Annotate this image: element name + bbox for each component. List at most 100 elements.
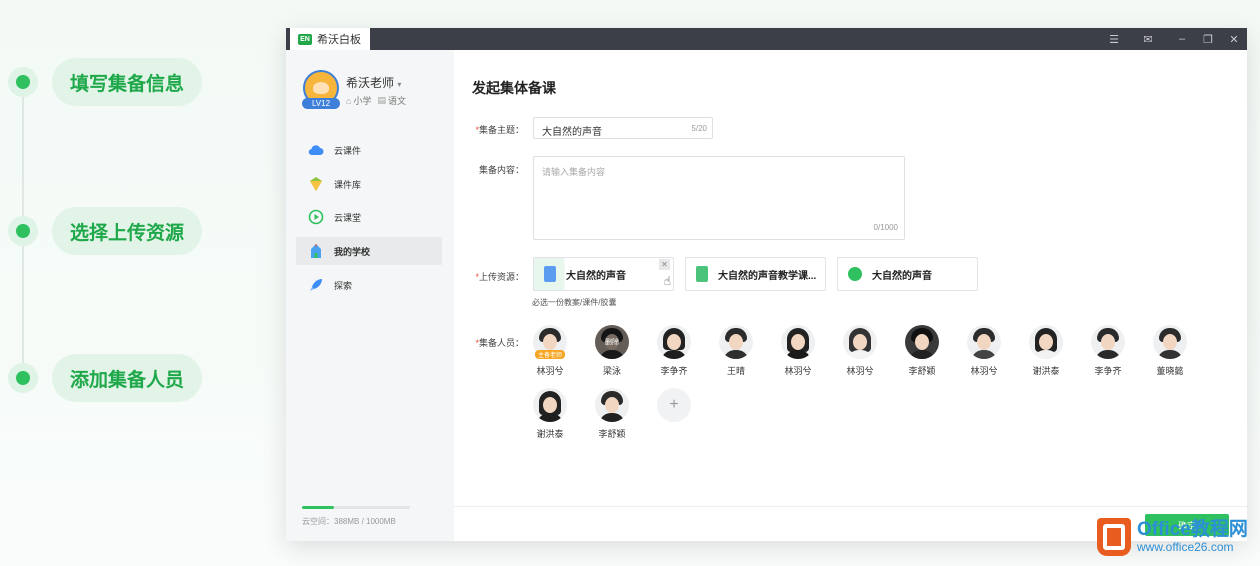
member-name: 谢洪泰: [536, 429, 564, 439]
topic-value: 大自然的声音: [542, 127, 602, 138]
resource-title: 大自然的声音: [872, 270, 932, 282]
delete-member-button[interactable]: 删除: [595, 325, 629, 359]
member-name: 李争齐: [660, 366, 688, 376]
app-title: 希沃白板: [317, 34, 361, 46]
avatar: [905, 325, 939, 359]
content-textarea[interactable]: 请输入集备内容 0/1000: [533, 156, 905, 240]
plus-icon: +: [657, 388, 691, 422]
member-item[interactable]: 李舒颖: [582, 388, 642, 440]
step-1: 填写集备信息: [8, 58, 203, 106]
app-tab[interactable]: EN 希沃白板: [290, 28, 370, 50]
sidebar-item-explore[interactable]: 探索: [296, 271, 442, 299]
step-2: 选择上传资源: [8, 207, 203, 255]
member-item[interactable]: 谢洪泰: [1016, 325, 1076, 377]
menu-icon[interactable]: ☰: [1104, 28, 1124, 50]
sidebar-item-label: 云课件: [334, 145, 362, 156]
resource-card[interactable]: 大自然的声音: [837, 257, 978, 291]
user-meta: ⌂ 小学 ▤ 语文: [346, 95, 406, 106]
lesson-plan-icon: [696, 266, 708, 282]
steps-panel: 填写集备信息 选择上传资源 添加集备人员: [0, 0, 280, 566]
sidebar-item-library[interactable]: 课件库: [296, 170, 442, 198]
page-title: 发起集体备课: [472, 80, 556, 96]
member-name: 李争齐: [1094, 366, 1122, 376]
content-counter: 0/1000: [873, 223, 898, 232]
title-bar: EN 希沃白板 ☰ ✉ – ❐ ✕: [286, 28, 1247, 50]
sidebar-item-cloud-classroom[interactable]: 云课堂: [296, 203, 442, 231]
member-item[interactable]: 李争齐: [1078, 325, 1138, 377]
topic-counter: 5/20: [691, 124, 707, 133]
mail-icon[interactable]: ✉: [1138, 28, 1158, 50]
member-item[interactable]: 删除 梁泳: [582, 325, 642, 377]
member-name: 林羽兮: [970, 366, 998, 376]
remove-resource-icon[interactable]: ✕: [659, 259, 670, 270]
sidebar-item-label: 探索: [334, 280, 353, 291]
chevron-down-icon: ▾: [397, 80, 402, 89]
member-name: 林羽兮: [536, 366, 564, 376]
avatar: 删除: [595, 325, 629, 359]
member-item[interactable]: 李舒颖: [892, 325, 952, 377]
sidebar-item-label: 云课堂: [334, 212, 362, 223]
topic-input[interactable]: 大自然的声音 5/20: [533, 117, 713, 139]
grade-icon: ⌂: [346, 95, 352, 106]
avatar: [719, 325, 753, 359]
play-circle-icon: [308, 209, 324, 225]
resource-card[interactable]: 大自然的声音教学课...: [685, 257, 826, 291]
close-icon[interactable]: ✕: [1224, 28, 1244, 50]
member-name: 李舒颖: [598, 429, 626, 439]
member-item[interactable]: 李争齐: [644, 325, 704, 377]
library-icon: [308, 176, 324, 192]
avatar: [1029, 325, 1063, 359]
office-logo-icon: [1097, 518, 1131, 556]
member-name: 梁泳: [602, 366, 621, 376]
capsule-icon: [848, 267, 862, 281]
resources-label: *上传资源：: [475, 272, 524, 282]
resource-title: 大自然的声音教学课...: [718, 270, 817, 282]
doc-icon: [544, 266, 556, 282]
watermark: Office教程网 www.office26.com: [1097, 518, 1248, 556]
restore-icon[interactable]: ❐: [1198, 28, 1218, 50]
member-name: 谢洪泰: [1032, 366, 1060, 376]
resource-card[interactable]: 大自然的声音 ✕ ☝: [533, 257, 674, 291]
minimize-icon[interactable]: –: [1172, 28, 1192, 50]
member-item[interactable]: 主备老师 林羽兮: [520, 325, 580, 377]
app-window: EN 希沃白板 ☰ ✉ – ❐ ✕ LV12 希沃老师 ▾ ⌂ 小学 ▤ 语文 云课…: [286, 28, 1247, 541]
member-item[interactable]: 董晓懿: [1140, 325, 1200, 377]
level-badge: LV12: [302, 98, 340, 109]
sidebar-item-cloud-courseware[interactable]: 云课件: [296, 136, 442, 164]
storage-progress-fill: [302, 506, 335, 509]
step-label: 填写集备信息: [52, 58, 203, 106]
sidebar-item-label: 我的学校: [334, 246, 371, 257]
cloud-icon: [308, 142, 324, 158]
member-item[interactable]: 林羽兮: [830, 325, 890, 377]
avatar: [967, 325, 1001, 359]
avatar: [533, 388, 567, 422]
member-item[interactable]: 谢洪泰: [520, 388, 580, 440]
leader-badge: 主备老师: [534, 350, 566, 359]
storage-progress: [302, 506, 410, 509]
main-content: 发起集体备课 *集备主题： 大自然的声音 5/20 集备内容： 请输入集备内容 …: [454, 50, 1247, 506]
content-label: 集备内容：: [478, 165, 524, 175]
member-item[interactable]: 林羽兮: [954, 325, 1014, 377]
step-label: 选择上传资源: [52, 207, 203, 255]
member-name: 王晴: [726, 366, 745, 376]
avatar: [657, 325, 691, 359]
step-label: 添加集备人员: [52, 354, 203, 402]
step-dot: [8, 363, 38, 393]
member-item[interactable]: 王晴: [706, 325, 766, 377]
members-label: *集备人员：: [475, 338, 524, 348]
content-placeholder: 请输入集备内容: [542, 167, 606, 177]
sidebar-item-my-school[interactable]: 我的学校: [296, 237, 442, 265]
user-name[interactable]: 希沃老师 ▾: [346, 74, 401, 91]
app-logo-icon: EN: [298, 33, 312, 45]
add-member-button[interactable]: +: [644, 388, 704, 422]
member-name: 林羽兮: [846, 366, 874, 376]
step-3: 添加集备人员: [8, 354, 203, 402]
watermark-line2: www.office26.com: [1137, 539, 1234, 554]
sidebar: LV12 希沃老师 ▾ ⌂ 小学 ▤ 语文 云课件 课件库 云课堂 我的学校 探…: [286, 50, 454, 541]
member-name: 董晓懿: [1156, 366, 1184, 376]
rocket-icon: [308, 277, 324, 293]
watermark-line1: Office教程网: [1137, 518, 1248, 540]
school-icon: [308, 243, 324, 259]
avatar: [1091, 325, 1125, 359]
member-item[interactable]: 林羽兮: [768, 325, 828, 377]
